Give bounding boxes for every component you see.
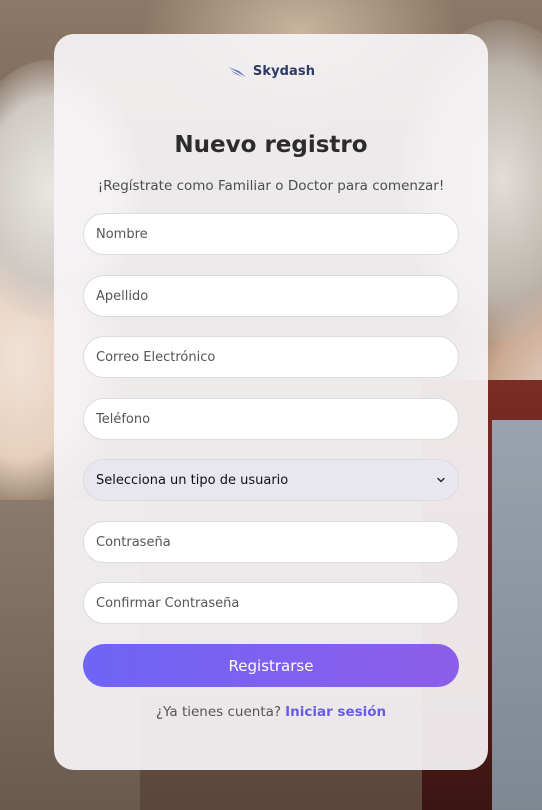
email-input[interactable] — [83, 336, 459, 378]
login-prompt-text: ¿Ya tienes cuenta? — [155, 704, 282, 720]
login-link[interactable]: Iniciar sesión — [285, 704, 386, 720]
user-type-selected-value: Selecciona un tipo de usuario — [96, 472, 289, 488]
phone-input[interactable] — [83, 398, 459, 440]
login-prompt-row: ¿Ya tienes cuenta? Iniciar sesión — [54, 704, 488, 720]
page-title: Nuevo registro — [174, 132, 368, 158]
last-name-input[interactable] — [83, 275, 459, 317]
chevron-down-icon — [437, 477, 445, 483]
register-button[interactable]: Registrarse — [83, 644, 459, 687]
brand-name: Skydash — [252, 64, 316, 79]
brand-header: Skydash — [54, 64, 488, 79]
page-subtitle: ¡Regístrate como Familiar o Doctor para … — [97, 178, 445, 194]
swoosh-icon — [227, 66, 246, 77]
first-name-input[interactable] — [83, 213, 459, 255]
confirm-password-input[interactable] — [83, 582, 459, 624]
background-shirt-right — [492, 420, 542, 810]
password-input[interactable] — [83, 521, 459, 563]
registration-card: Skydash Nuevo registro ¡Regístrate como … — [54, 34, 488, 770]
user-type-select[interactable]: Selecciona un tipo de usuario — [83, 459, 459, 501]
